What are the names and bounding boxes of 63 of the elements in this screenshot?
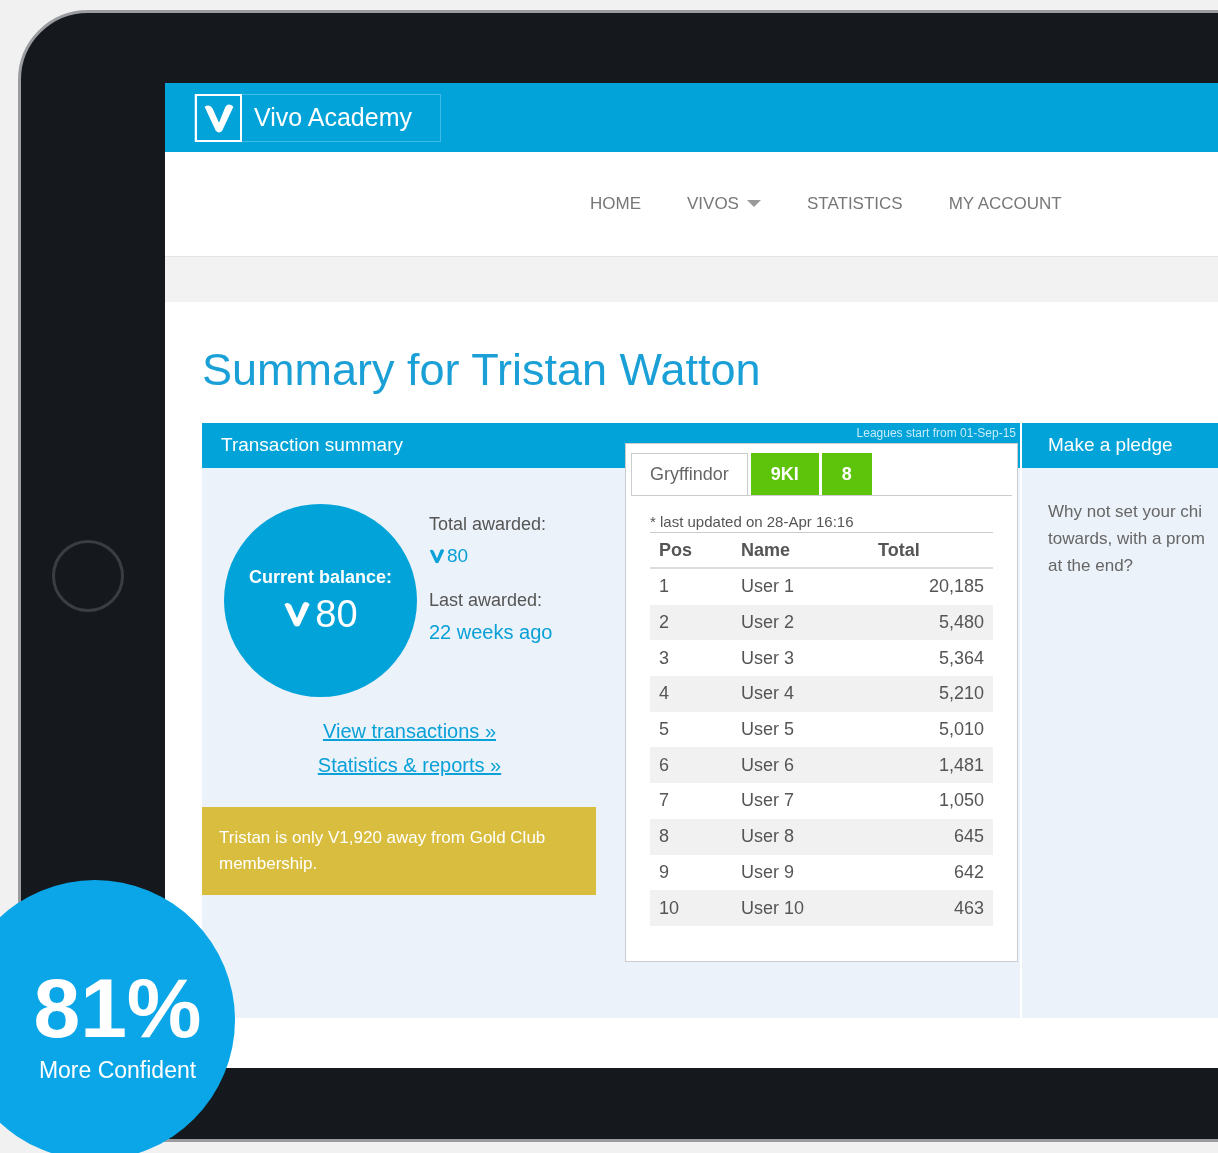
last-awarded-value: 22 weeks ago [429,620,553,645]
table-cell-text: 1,050 [937,789,984,813]
nav-link[interactable]: STATISTICS [806,191,903,217]
nav-link[interactable]: MY ACCOUNT [948,191,1062,217]
table-cell-text: 5,480 [937,611,984,635]
table-cell-text: 20,185 [927,575,984,599]
panel-title: Make a pledge [1048,433,1173,458]
table-cell-text: User 3 [741,646,795,670]
table-cell-text: User 10 [741,896,806,920]
table-cell-text: 8 [659,825,670,849]
table-cell-text: User 2 [741,611,795,635]
table-cell-text: User 9 [741,860,795,884]
home-button[interactable] [52,540,124,612]
stat-label: More Confident [37,1055,197,1085]
table-cell-text: 6 [659,753,670,777]
table-cell-text: User 8 [741,825,795,849]
table-cell-text: 5,364 [937,646,984,670]
text-link[interactable]: View transactions » [322,715,497,747]
table-cell-text: User 6 [741,753,795,777]
table-cell-text: 9 [659,860,670,884]
pledge-text: Why not set your chi [1048,501,1203,523]
table-cell-text: User 5 [741,718,795,742]
table-cell-text: 10 [659,896,681,920]
caret-icon [746,200,761,208]
balance-label: Current balance: [248,566,392,589]
pledge-text: towards, with a prom [1048,528,1206,550]
table-cell-text: 7 [659,789,670,813]
total-label: Total awarded: [429,513,548,536]
membership-notice: Tristan is only V1,920 away from Gold Club membership. [202,807,596,895]
table-cell-text: 463 [952,896,984,920]
nav-link[interactable]: HOME [590,191,641,217]
table-cell-text: 5,010 [937,718,984,742]
table-cell-text: User 4 [741,682,795,706]
text-link[interactable]: Statistics & reports » [317,749,502,781]
brand-logo[interactable]: Vivo Academy [194,93,441,142]
total-value: 80 [447,544,469,568]
v-mark-icon [429,548,445,564]
table-cell-text: 3 [659,646,670,670]
last-awarded-label: Last awarded: [429,589,544,612]
table-cell-text: 1,481 [937,753,984,777]
column-header: Name [741,538,792,562]
table-cell-text: 5,210 [937,682,984,706]
column-header: Total [878,538,920,562]
league-note: Leagues start from 01-Sep-15 [856,425,1016,442]
balance-value: 80 [315,592,358,637]
panel-title: Transaction summary [221,433,403,458]
table-cell-text: 4 [659,682,670,706]
table-cell-text: 5 [659,718,670,742]
table-cell-text: 1 [659,575,670,599]
updated-note: * last updated on 28-Apr 16:16 [650,512,993,533]
column-header: Pos [659,538,693,562]
pledge-text: at the end? [1048,555,1135,577]
v-mark-icon [283,600,312,628]
page-title: Summary for Tristan Watton [202,343,762,397]
nav-link[interactable]: VIVOS [687,191,761,217]
table-cell-text: 642 [952,860,984,884]
table-cell-text: User 7 [741,789,795,813]
table-cell-text: 2 [659,611,670,635]
table-cell-text: 645 [952,825,984,849]
brand-name: Vivo Academy [254,101,412,133]
stat-value: 81% [32,962,202,1053]
league-tab[interactable]: Gryffindor [631,453,748,495]
table-cell-text: User 1 [741,575,795,599]
